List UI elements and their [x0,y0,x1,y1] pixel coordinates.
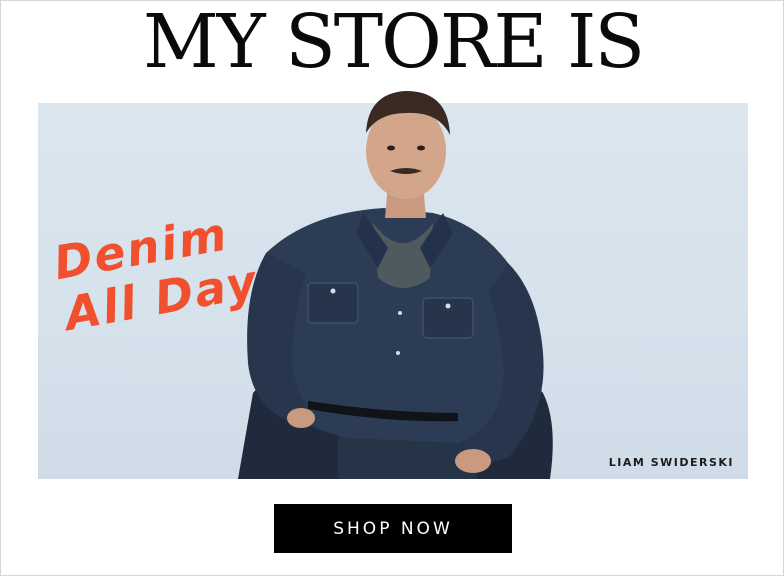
model-credit: LIAM SWIDERSKI [608,456,734,469]
ad-banner-frame: MY STORE IS Denim All Day LIAM SWIDERSKI… [0,0,784,576]
hero-image[interactable]: Denim All Day LIAM SWIDERSKI [38,91,748,479]
shop-now-button[interactable]: SHOP NOW [274,504,512,553]
